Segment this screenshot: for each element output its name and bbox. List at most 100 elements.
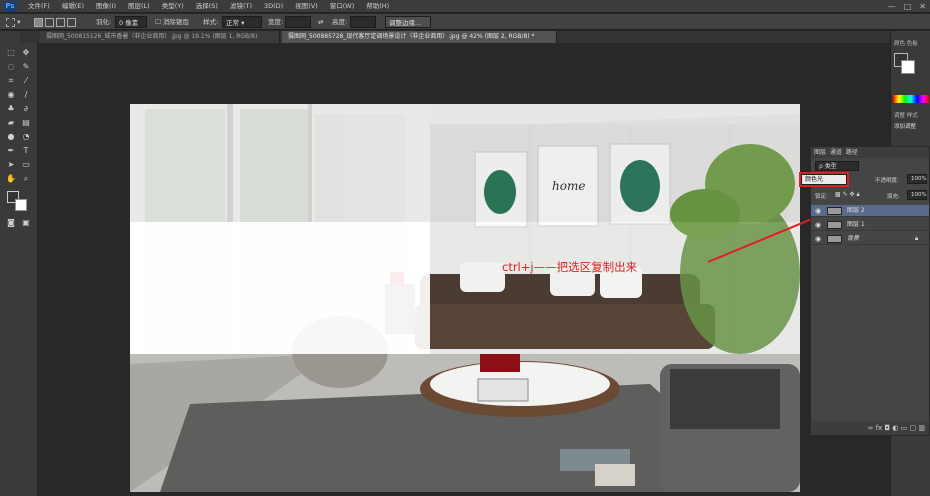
path-select-icon[interactable]: ➤ [5, 159, 17, 170]
menu-select[interactable]: 选择(S) [190, 0, 224, 13]
type-icon[interactable]: T [20, 145, 32, 156]
dodge-icon[interactable]: ◔ [20, 131, 32, 142]
history-brush-icon[interactable]: ∂ [20, 103, 32, 114]
color-spectrum-bar[interactable] [893, 95, 929, 103]
tab-layers[interactable]: 图层 [814, 149, 826, 156]
width-label: 宽度: [268, 18, 284, 26]
maximize-icon[interactable]: □ [904, 1, 912, 12]
quick-mask-icon[interactable]: ◙ [5, 217, 17, 228]
photoshop-logo: Ps [3, 1, 17, 12]
antialias-label: 消除锯齿 [162, 18, 189, 26]
trash-icon[interactable]: ▥ [918, 424, 925, 432]
fill-input[interactable]: 100% [907, 190, 927, 200]
height-label: 高度: [332, 18, 348, 26]
layer-name: 图层 1 [847, 221, 865, 228]
pen-icon[interactable]: ✒ [5, 145, 17, 156]
menu-view[interactable]: 视图(V) [289, 0, 324, 13]
brush-icon[interactable]: ∕ [20, 89, 32, 100]
new-layer-icon[interactable]: ▢ [910, 424, 917, 432]
layer-row-2[interactable]: ◉ 图层 2 [811, 205, 929, 217]
selection-mode-icons[interactable] [34, 16, 77, 28]
document-canvas[interactable]: home [130, 104, 800, 492]
annotation-text: ctrl+j——把选区复制出来 [502, 260, 638, 274]
link-icon[interactable]: ∞ [868, 424, 874, 432]
eyedropper-icon[interactable]: ⁄ [20, 75, 32, 86]
lock-icon: 🔒︎ [915, 235, 919, 242]
color-panel-tabs[interactable]: 颜色 色板 [894, 39, 918, 47]
lock-label: 锁定: [815, 194, 828, 200]
layers-panel: 图层 通道 路径 ρ 类型 颜色光 不透明度: 100% 锁定: ▩ ✎ ✥ 🔒… [799, 146, 930, 436]
quick-select-icon[interactable]: ✎ [20, 61, 32, 72]
menu-image[interactable]: 图像(I) [90, 0, 122, 13]
tab-channels[interactable]: 通道 [830, 149, 842, 156]
tab-document-2[interactable]: 摄图网_500885728_现代客厅定调场景设计（非企业商用）.jpg @ 42… [282, 31, 557, 43]
layer-row-1[interactable]: ◉ 图层 1 [811, 219, 929, 231]
visibility-eye-icon[interactable]: ◉ [815, 207, 823, 215]
layer-kind-filter[interactable]: ρ 类型 [815, 161, 859, 171]
move-icon[interactable]: ✥ [20, 47, 32, 58]
blur-icon[interactable]: ● [5, 131, 17, 142]
gradient-icon[interactable]: ▤ [20, 117, 32, 128]
width-input[interactable] [285, 16, 311, 28]
living-room-photo: home [130, 104, 800, 492]
background-color-swatch[interactable] [15, 199, 27, 211]
lasso-icon[interactable]: ◌ [5, 61, 17, 72]
tab-adjustments[interactable]: 调整 [894, 113, 905, 119]
group-icon[interactable]: ▭ [901, 424, 908, 432]
window-controls: — □ ✕ [888, 1, 926, 12]
menu-edit[interactable]: 编辑(E) [56, 0, 90, 13]
menu-help[interactable]: 帮助(H) [360, 0, 395, 13]
layer-name: 图层 2 [847, 207, 865, 214]
hand-icon[interactable]: ✋ [5, 173, 17, 184]
antialias-checkbox[interactable]: ☐ 消除锯齿 [155, 16, 189, 28]
height-input[interactable] [350, 16, 376, 28]
close-icon[interactable]: ✕ [919, 1, 926, 12]
visibility-eye-icon[interactable]: ◉ [815, 235, 823, 243]
healing-icon[interactable]: ◉ [5, 89, 17, 100]
opacity-input[interactable]: 100% [907, 174, 927, 184]
swap-icon[interactable]: ⇄ [318, 16, 323, 28]
blend-mode-select[interactable]: 颜色光 [801, 174, 847, 185]
crop-icon[interactable]: ⌗ [5, 75, 17, 86]
stamp-icon[interactable]: ♣ [5, 103, 17, 114]
adjustment-icon[interactable]: ◐ [892, 424, 898, 432]
tab-styles[interactable]: 样式 [907, 113, 918, 119]
refine-edge-button[interactable]: 调整边缘... [385, 16, 431, 28]
feather-input[interactable]: 0 像素 [115, 16, 147, 28]
eraser-icon[interactable]: ▰ [5, 117, 17, 128]
feather-label: 羽化: [96, 18, 112, 26]
visibility-eye-icon[interactable]: ◉ [815, 221, 823, 229]
menu-file[interactable]: 文件(F) [22, 0, 56, 13]
layers-panel-tabs: 图层 通道 路径 [811, 147, 929, 158]
tools-panel: ⬚ ✥ ◌ ✎ ⌗ ⁄ ◉ ∕ ♣ ∂ ▰ ▤ ● ◔ ✒ T ➤ ▭ ✋ ⌕ … [0, 31, 38, 496]
style-select[interactable]: 正常 ▾ [222, 16, 262, 28]
layer-thumbnail [827, 207, 842, 215]
shape-icon[interactable]: ▭ [20, 159, 32, 170]
tab-document-1[interactable]: 摄图网_500815126_城市香暑（非企业商用）.jpg @ 19.1% (图… [40, 31, 280, 43]
zoom-icon[interactable]: ⌕ [20, 173, 32, 184]
tab-color[interactable]: 颜色 [894, 41, 905, 47]
layer-thumbnail [827, 235, 842, 243]
lock-icons[interactable]: ▩ ✎ ✥ 🔒︎ [835, 191, 860, 199]
opacity-label: 不透明度: [875, 178, 899, 184]
mask-icon[interactable]: ◘ [885, 424, 891, 432]
document-tab-bar: 摄图网_500815126_城市香暑（非企业商用）.jpg @ 19.1% (图… [20, 31, 890, 43]
options-bar: ▾ 羽化: 0 像素 ☐ 消除锯齿 样式: 正常 ▾ 宽度: ⇄ 高度: 调整边… [0, 14, 930, 30]
menu-layer[interactable]: 图层(L) [122, 0, 156, 13]
layer-row-background[interactable]: ◉ 背景 🔒︎ [811, 233, 929, 245]
add-adjustment-label: 添加调整 [894, 124, 917, 130]
menu-window[interactable]: 窗口(W) [324, 0, 361, 13]
tab-paths[interactable]: 路径 [846, 149, 858, 156]
adjust-panel-tabs[interactable]: 调整 样式 [894, 111, 918, 119]
menu-filter[interactable]: 滤镜(T) [224, 0, 258, 13]
minimize-icon[interactable]: — [888, 1, 896, 12]
menu-type[interactable]: 类型(Y) [156, 0, 190, 13]
screen-mode-icon[interactable]: ▣ [20, 217, 32, 228]
fx-icon[interactable]: fx [876, 424, 883, 432]
panel-bg-swatch[interactable] [901, 60, 915, 74]
marquee-icon[interactable]: ⬚ [5, 47, 17, 58]
marquee-tool-preset-icon[interactable]: ▾ [6, 16, 20, 28]
tab-swatches[interactable]: 色板 [907, 41, 918, 47]
menu-3d[interactable]: 3D(D) [258, 0, 289, 13]
style-value: 正常 [226, 19, 239, 27]
